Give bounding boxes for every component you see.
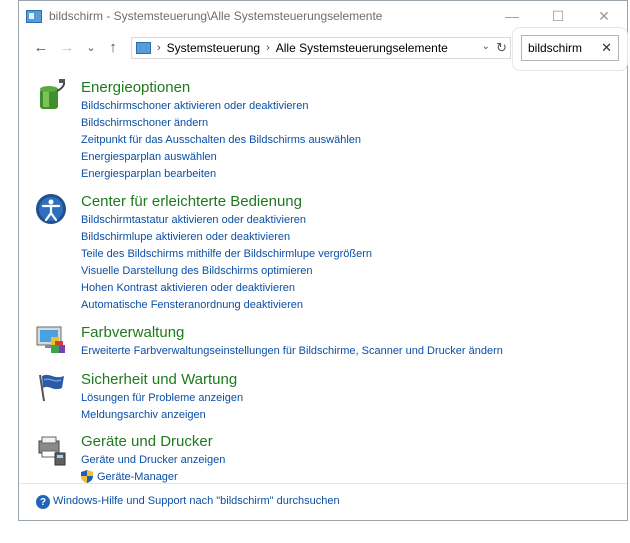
link-item[interactable]: Zeitpunkt für das Ausschalten des Bildsc… [81,134,361,146]
control-panel-icon [136,42,151,54]
link-item[interactable]: Visuelle Darstellung des Bildschirms opt… [81,265,313,277]
group-title[interactable]: Energieoptionen [81,79,190,96]
breadcrumb-separator-icon: › [266,42,270,54]
window-controls: — ☐ ✕ [489,1,627,31]
link-item[interactable]: Bildschirmschoner aktivieren oder deakti… [81,100,308,112]
search-value: bildschirm [528,41,583,55]
link-item[interactable]: Meldungsarchiv anzeigen [81,409,206,421]
forward-arrow-icon[interactable]: → [57,37,77,57]
window-title: bildschirm - Systemsteuerung\Alle System… [49,9,383,23]
group-title[interactable]: Geräte und Drucker [81,433,213,450]
chevron-down-icon[interactable]: ⌄ [482,41,490,52]
power-options-icon [40,79,66,109]
control-panel-icon [26,9,42,23]
devices-printers-icon [38,436,66,466]
link-item[interactable]: Bildschirmlupe aktivieren oder deaktivie… [81,231,290,243]
link-item[interactable]: Lösungen für Probleme anzeigen [81,392,243,404]
link-item[interactable]: Energiesparplan auswählen [81,151,217,163]
group-title[interactable]: Farbverwaltung [81,324,184,341]
breadcrumb-systemsteuerung[interactable]: Systemsteuerung [167,41,260,55]
help-icon: ? [36,495,50,509]
search-input[interactable]: bildschirm ✕ [521,35,619,61]
title-bar[interactable]: bildschirm - Systemsteuerung\Alle System… [19,1,627,31]
search-area: bildschirm ✕ [513,28,627,70]
control-panel-window: bildschirm - Systemsteuerung\Alle System… [18,0,628,521]
security-maintenance-flag-icon [39,374,64,402]
link-item[interactable]: Energiesparplan bearbeiten [81,168,216,180]
color-management-icon [36,326,65,353]
address-bar: ← → ⌄ ↑ › Systemsteuerung › Alle Systems… [19,28,627,70]
back-arrow-icon[interactable]: ← [31,37,51,57]
link-item[interactable]: Teile des Bildschirms mithilfe der Bilds… [81,248,372,260]
help-search-link[interactable]: Windows-Hilfe und Support nach "bildschi… [53,495,340,507]
close-button[interactable]: ✕ [581,1,627,31]
link-item[interactable]: Hohen Kontrast aktivieren oder deaktivie… [81,282,295,294]
address-field[interactable]: › Systemsteuerung › Alle Systemsteuerung… [131,37,511,59]
group-title[interactable]: Sicherheit und Wartung [81,371,237,388]
clear-search-icon[interactable]: ✕ [601,40,612,56]
group-title[interactable]: Center für erleichterte Bedienung [81,193,302,210]
link-item[interactable]: Bildschirmtastatur aktivieren oder deakt… [81,214,306,226]
link-label: Geräte-Manager [97,470,178,483]
link-item[interactable]: Geräte-Manager [81,470,178,483]
ease-of-access-icon [36,194,66,224]
uac-shield-icon [81,470,93,483]
link-item[interactable]: Geräte und Drucker anzeigen [81,454,225,466]
help-footer: ? Windows-Hilfe und Support nach "bildsc… [19,483,627,521]
maximize-button[interactable]: ☐ [535,1,581,31]
link-item[interactable]: Automatische Fensteranordnung deaktivier… [81,299,303,311]
up-arrow-icon[interactable]: ↑ [103,37,123,57]
breadcrumb-separator-icon: › [157,42,161,54]
link-item[interactable]: Bildschirmschoner ändern [81,117,208,129]
refresh-icon[interactable]: ↻ [496,40,507,56]
link-item[interactable]: Erweiterte Farbverwaltungseinstellungen … [81,345,503,357]
breadcrumb-alle-elemente[interactable]: Alle Systemsteuerungselemente [276,41,448,55]
minimize-button[interactable]: — [489,1,535,31]
recent-locations-icon[interactable]: ⌄ [81,37,101,57]
